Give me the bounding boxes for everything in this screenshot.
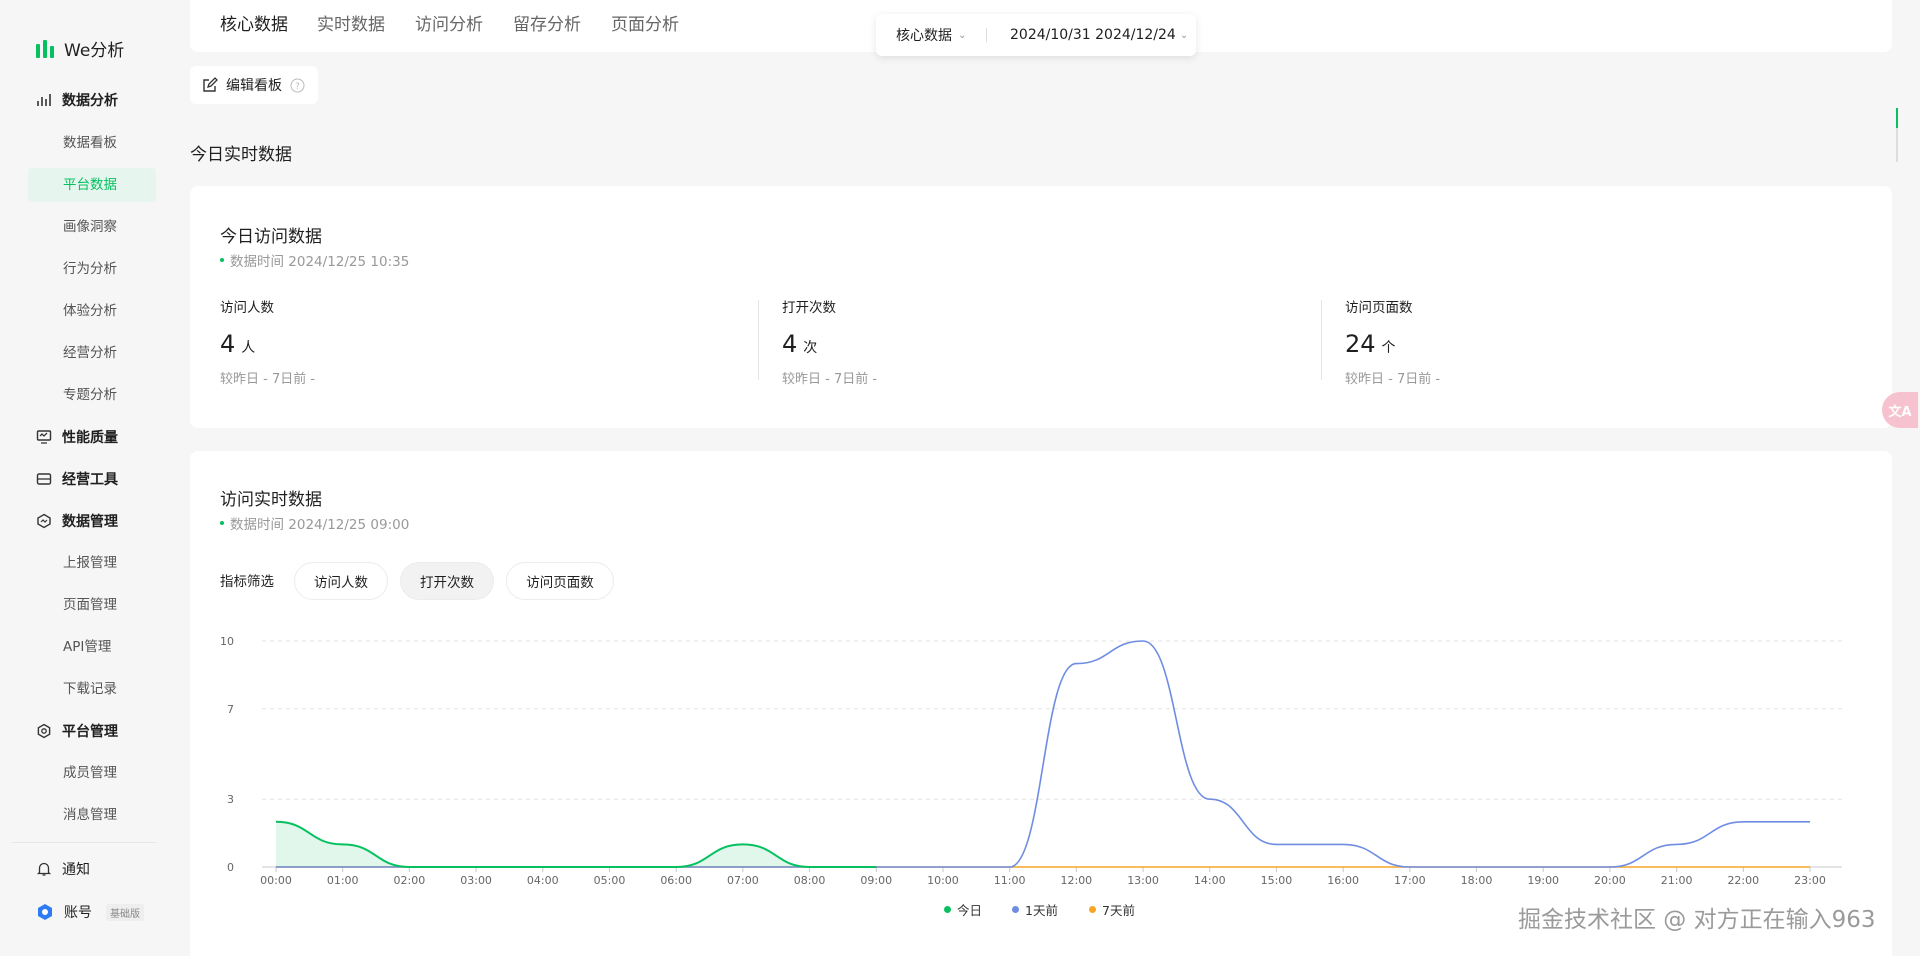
x-tick-label: 12:00 [1060, 874, 1092, 887]
x-tick-label: 01:00 [327, 874, 359, 887]
x-tick-label: 08:00 [794, 874, 826, 887]
x-tick-label: 11:00 [994, 874, 1026, 887]
legend-item-today[interactable]: 今日 [944, 900, 982, 919]
x-tick-label: 17:00 [1394, 874, 1426, 887]
y-tick-label: 3 [227, 793, 234, 806]
x-tick-label: 03:00 [460, 874, 492, 887]
page-scrollbar[interactable] [1896, 108, 1898, 162]
legend-label: 1天前 [1025, 903, 1058, 918]
x-tick-label: 05:00 [594, 874, 626, 887]
y-tick-label: 0 [227, 861, 234, 874]
x-tick-label: 09:00 [860, 874, 892, 887]
series-line-1 [276, 640, 1810, 868]
realtime-line-chart: 0 3 7 10 00:00 01:00 02:00 03:00 04:00 05:00 06:00… [220, 635, 1842, 887]
x-tick-label: 21:00 [1661, 874, 1693, 887]
translate-button[interactable]: 文A [1882, 392, 1918, 428]
legend-swatch [1089, 906, 1096, 913]
x-tick-label: 22:00 [1727, 874, 1759, 887]
series-area-today [276, 821, 877, 867]
x-tick-label: 15:00 [1261, 874, 1293, 887]
x-tick-label: 19:00 [1527, 874, 1559, 887]
x-tick-label: 20:00 [1594, 874, 1626, 887]
x-tick-label: 02:00 [394, 874, 426, 887]
scrollbar-thumb[interactable] [1896, 108, 1898, 128]
watermark: 掘金技术社区 @ 对方正在输入963 [1518, 907, 1876, 933]
y-tick-label: 7 [227, 703, 234, 716]
x-tick-label: 14:00 [1194, 874, 1226, 887]
x-tick-label: 10:00 [927, 874, 959, 887]
x-tick-label: 06:00 [660, 874, 692, 887]
legend-swatch [1012, 906, 1019, 913]
x-tick-label: 13:00 [1127, 874, 1159, 887]
legend-label: 7天前 [1102, 903, 1135, 918]
legend-item-1day-ago[interactable]: 1天前 [1012, 900, 1058, 919]
x-tick-label: 16:00 [1327, 874, 1359, 887]
x-tick-label: 04:00 [527, 874, 559, 887]
x-tick-label: 07:00 [727, 874, 759, 887]
y-tick-label: 10 [220, 635, 234, 648]
x-tick-label: 00:00 [260, 874, 292, 887]
legend-item-7day-ago[interactable]: 7天前 [1089, 900, 1135, 919]
x-tick-label: 23:00 [1794, 874, 1826, 887]
legend-label: 今日 [957, 903, 983, 918]
legend-swatch [944, 906, 951, 913]
x-tick-label: 18:00 [1461, 874, 1493, 887]
